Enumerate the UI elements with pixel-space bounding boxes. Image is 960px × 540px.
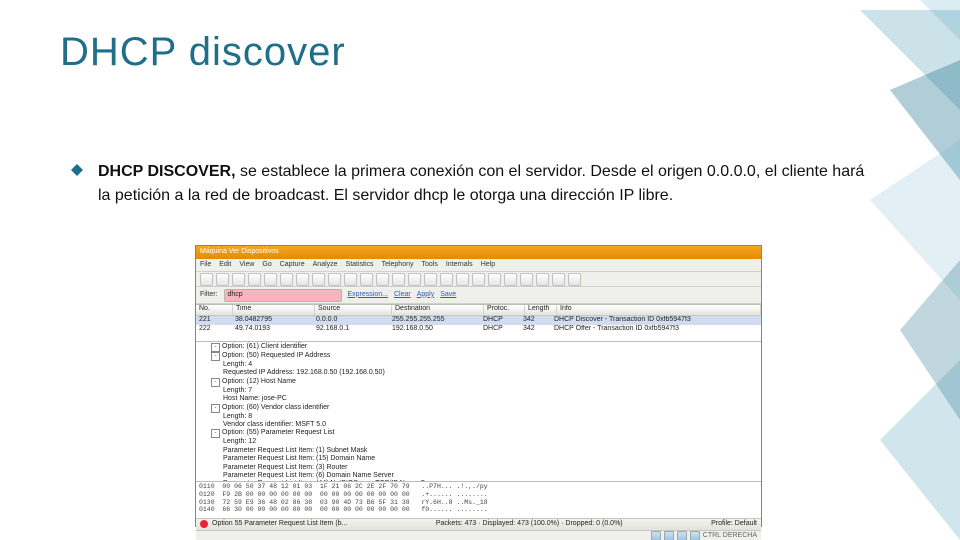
- column-header[interactable]: Destination: [392, 305, 484, 315]
- column-header[interactable]: Info: [557, 305, 761, 315]
- virtualbox-statusbar: CTRL DERECHA: [196, 530, 761, 540]
- filter-label: Filter:: [200, 291, 218, 299]
- tree-item[interactable]: Parameter Request List Item: (6) Domain …: [199, 472, 758, 480]
- wireshark-filterbar[interactable]: Filter: dhcp Expression... Clear Apply Save: [196, 287, 761, 304]
- menu-item[interactable]: Edit: [219, 261, 231, 269]
- toolbar-button[interactable]: [216, 273, 229, 286]
- tree-toggle-icon[interactable]: -: [211, 352, 220, 361]
- tree-item[interactable]: Length: 4: [199, 361, 758, 369]
- toolbar-button[interactable]: [344, 273, 357, 286]
- column-header[interactable]: Length: [525, 305, 557, 315]
- filter-links[interactable]: Expression... Clear Apply Save: [348, 291, 463, 299]
- vbx-net-icon: [664, 531, 674, 540]
- bullet-diamond-icon: [70, 163, 84, 208]
- toolbar-button[interactable]: [472, 273, 485, 286]
- vbx-disk-icon: [651, 531, 661, 540]
- menu-item[interactable]: Go: [262, 261, 271, 269]
- filter-link[interactable]: Expression...: [348, 291, 388, 298]
- column-header[interactable]: Protoc.: [484, 305, 525, 315]
- wireshark-statusbar: Option 55 Parameter Request List Item (b…: [196, 518, 761, 530]
- toolbar-button[interactable]: [232, 273, 245, 286]
- menu-item[interactable]: Statistics: [346, 261, 374, 269]
- toolbar-button[interactable]: [296, 273, 309, 286]
- tree-item[interactable]: -Option: (50) Requested IP Address: [199, 352, 758, 361]
- toolbar-button[interactable]: [536, 273, 549, 286]
- toolbar-button[interactable]: [264, 273, 277, 286]
- tree-toggle-icon[interactable]: -: [211, 429, 220, 438]
- tree-item[interactable]: Length: 12: [199, 438, 758, 446]
- wireshark-toolbar[interactable]: [196, 272, 761, 287]
- tree-item[interactable]: Parameter Request List Item: (15) Domain…: [199, 455, 758, 463]
- record-icon: [200, 520, 208, 528]
- filter-link[interactable]: Save: [440, 291, 456, 298]
- tree-item[interactable]: Vendor class identifier: MSFT 5.0: [199, 421, 758, 429]
- virtualbox-menubar: Máquina Ver Dispositivos: [196, 246, 761, 259]
- menu-item[interactable]: Help: [481, 261, 495, 269]
- tree-toggle-icon[interactable]: -: [211, 378, 220, 387]
- wireshark-menubar[interactable]: File Edit View Go Capture Analyze Statistics Te…: [196, 259, 761, 272]
- packet-row[interactable]: 22138.04827950.0.0.0255.255.255.255DHCP3…: [196, 316, 761, 325]
- tree-item[interactable]: -Option: (55) Parameter Request List: [199, 429, 758, 438]
- wireshark-window: Máquina Ver Dispositivos File Edit View Go C…: [195, 245, 762, 527]
- vbx-usb-icon: [677, 531, 687, 540]
- tree-item[interactable]: Length: 8: [199, 413, 758, 421]
- tree-item[interactable]: Host Name: jose-PC: [199, 395, 758, 403]
- column-header[interactable]: Source: [315, 305, 392, 315]
- toolbar-button[interactable]: [328, 273, 341, 286]
- menu-item[interactable]: Tools: [421, 261, 437, 269]
- toolbar-button[interactable]: [488, 273, 501, 286]
- toolbar-button[interactable]: [408, 273, 421, 286]
- decorative-triangles: [740, 0, 960, 540]
- packet-bytes-pane[interactable]: 0110 00 06 50 37 48 12 01 03 1F 21 06 2C…: [196, 481, 761, 518]
- tree-item[interactable]: -Option: (12) Host Name: [199, 378, 758, 387]
- tree-toggle-icon[interactable]: -: [211, 404, 220, 413]
- packet-details-pane[interactable]: -Option: (61) Client identifier-Option: …: [196, 341, 761, 481]
- menu-item[interactable]: Telephony: [382, 261, 414, 269]
- toolbar-button[interactable]: [312, 273, 325, 286]
- slide-title: DHCP discover: [60, 30, 346, 75]
- toolbar-button[interactable]: [568, 273, 581, 286]
- tree-item[interactable]: Parameter Request List Item: (3) Router: [199, 464, 758, 472]
- toolbar-button[interactable]: [248, 273, 261, 286]
- packet-row[interactable]: 22249.74.019392.168.0.1192.168.0.50DHCP3…: [196, 325, 761, 334]
- menu-item[interactable]: Capture: [280, 261, 305, 269]
- menu-item[interactable]: View: [239, 261, 254, 269]
- tree-item[interactable]: Length: 7: [199, 387, 758, 395]
- bullet-item: DHCP DISCOVER, se establece la primera c…: [70, 160, 870, 208]
- toolbar-button[interactable]: [280, 273, 293, 286]
- menu-item[interactable]: Analyze: [313, 261, 338, 269]
- tree-toggle-icon[interactable]: -: [211, 343, 220, 352]
- toolbar-button[interactable]: [200, 273, 213, 286]
- toolbar-button[interactable]: [520, 273, 533, 286]
- vbx-shared-icon: [690, 531, 700, 540]
- tree-item[interactable]: -Option: (60) Vendor class identifier: [199, 404, 758, 413]
- toolbar-button[interactable]: [360, 273, 373, 286]
- toolbar-button[interactable]: [504, 273, 517, 286]
- filter-input[interactable]: dhcp: [224, 289, 342, 302]
- toolbar-button[interactable]: [424, 273, 437, 286]
- packet-list-pane[interactable]: No.TimeSourceDestinationProtoc.LengthInf…: [196, 304, 761, 341]
- menu-item[interactable]: Internals: [446, 261, 473, 269]
- tree-item[interactable]: Parameter Request List Item: (1) Subnet …: [199, 447, 758, 455]
- column-header[interactable]: Time: [233, 305, 315, 315]
- filter-link[interactable]: Apply: [417, 291, 435, 298]
- filter-link[interactable]: Clear: [394, 291, 411, 298]
- bullet-text: DHCP DISCOVER, se establece la primera c…: [98, 160, 870, 208]
- tree-item[interactable]: Requested IP Address: 192.168.0.50 (192.…: [199, 369, 758, 377]
- toolbar-button[interactable]: [440, 273, 453, 286]
- menu-item[interactable]: File: [200, 261, 211, 269]
- toolbar-button[interactable]: [456, 273, 469, 286]
- toolbar-button[interactable]: [376, 273, 389, 286]
- column-header[interactable]: No.: [196, 305, 233, 315]
- toolbar-button[interactable]: [392, 273, 405, 286]
- tree-item[interactable]: -Option: (61) Client identifier: [199, 343, 758, 352]
- toolbar-button[interactable]: [552, 273, 565, 286]
